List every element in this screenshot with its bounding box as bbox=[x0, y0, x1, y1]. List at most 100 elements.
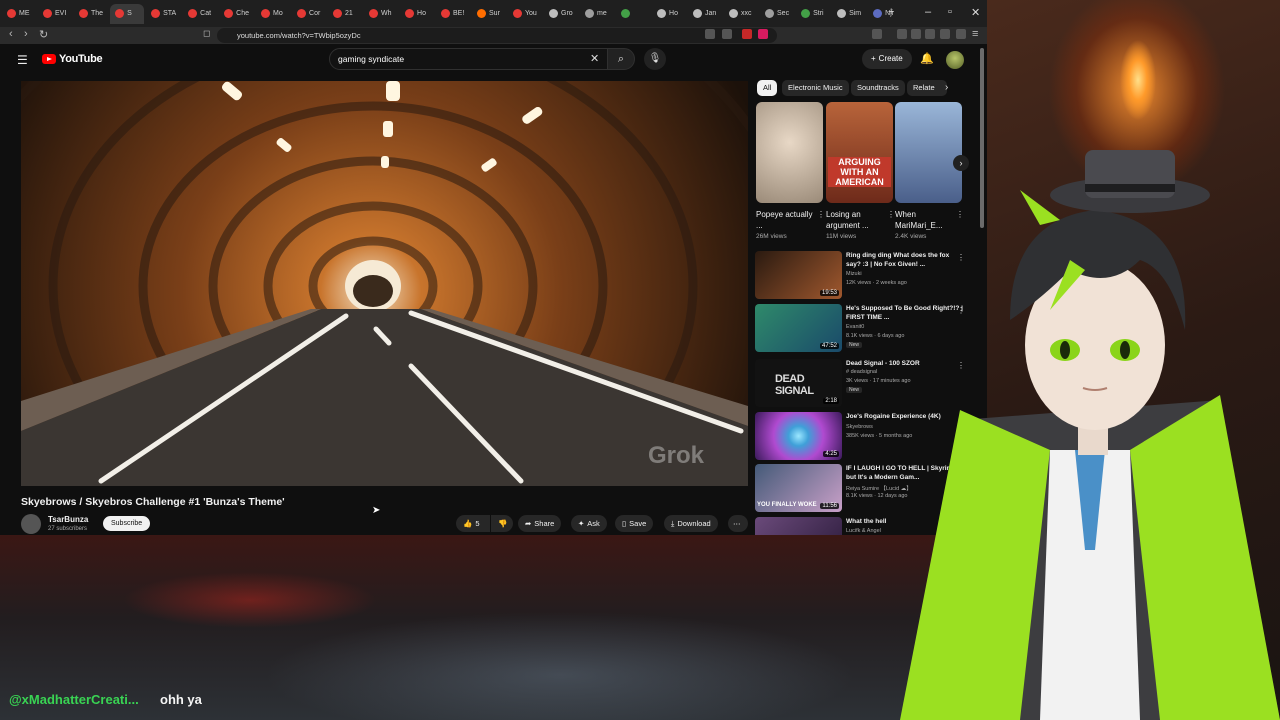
ask-button[interactable]: ✦ Ask bbox=[571, 515, 607, 532]
browser-tab[interactable]: ME bbox=[2, 4, 36, 24]
browser-tab[interactable]: Sim bbox=[832, 4, 866, 24]
tab-label: Ho bbox=[669, 10, 678, 17]
browser-tab[interactable]: Jan bbox=[688, 4, 722, 24]
subscribe-button[interactable]: Subscribe bbox=[103, 516, 151, 531]
channel-name[interactable]: TsarBunza bbox=[48, 515, 88, 524]
notifications-bell-icon[interactable]: 🔔 bbox=[920, 52, 934, 65]
browser-tab[interactable]: Cat bbox=[183, 4, 217, 24]
video-channel[interactable]: Lucifk & Angel bbox=[846, 528, 881, 534]
short-card[interactable]: ARGUING WITH AN AMERICAN Losing an argum… bbox=[826, 102, 895, 240]
video-thumbnail[interactable]: 47:52 bbox=[755, 304, 842, 352]
forward-icon[interactable]: › bbox=[24, 28, 28, 40]
video-thumbnail[interactable]: DEAD SIGNAL 2:18 bbox=[755, 359, 842, 407]
save-button[interactable]: ▯ Save bbox=[615, 515, 654, 532]
browser-tab[interactable]: Ho bbox=[652, 4, 686, 24]
browser-tab[interactable]: Sur bbox=[472, 4, 506, 24]
video-channel[interactable]: Skyebrows bbox=[846, 424, 873, 430]
extension-icon[interactable] bbox=[925, 29, 935, 39]
extension-icon[interactable] bbox=[940, 29, 950, 39]
video-thumbnail[interactable] bbox=[755, 517, 842, 535]
short-thumbnail[interactable]: ARGUING WITH AN AMERICAN bbox=[826, 102, 893, 203]
search-input[interactable]: gaming syndicate bbox=[329, 48, 609, 70]
browser-tab[interactable]: 21 bbox=[328, 4, 362, 24]
browser-tab[interactable]: Nji bbox=[868, 4, 902, 24]
tab-favicon-icon bbox=[837, 9, 847, 18]
chips-next-arrow-icon[interactable]: › bbox=[945, 82, 948, 93]
browser-window: ME EVI The S STA Cat Che Mo Cor 21 Wh Ho BE! Sur You Gr… bbox=[0, 0, 987, 535]
browser-tab[interactable]: S bbox=[110, 3, 145, 24]
browser-tab[interactable] bbox=[616, 4, 650, 24]
create-label: Create bbox=[878, 54, 903, 63]
hamburger-menu-icon[interactable]: ☰ bbox=[17, 53, 28, 67]
video-thumbnail[interactable]: YOU FINALLY WOKE 11:56 bbox=[755, 464, 842, 512]
share-page-icon[interactable] bbox=[722, 29, 732, 39]
new-tab-icon[interactable]: + bbox=[888, 6, 894, 18]
youtube-logo-text: YouTube bbox=[59, 53, 103, 65]
video-channel[interactable]: Evanit0 bbox=[846, 324, 864, 330]
browser-tab[interactable]: xxc bbox=[724, 4, 758, 24]
like-button[interactable]: 👍 5 bbox=[456, 515, 490, 532]
video-player[interactable] bbox=[21, 81, 748, 486]
tab-label: S bbox=[127, 10, 132, 17]
tab-favicon-icon bbox=[43, 9, 52, 18]
short-card[interactable]: Popeye actually ... 26M views ⋮ bbox=[756, 102, 825, 240]
search-button[interactable]: ⌕ bbox=[607, 48, 635, 70]
browser-tab[interactable]: me bbox=[580, 4, 614, 24]
url-field[interactable]: youtube.com/watch?v=TWbip5ozyDc bbox=[217, 28, 777, 43]
short-title[interactable]: Losing an argument ... bbox=[826, 209, 884, 231]
voice-search-button[interactable]: 🎙 bbox=[644, 48, 666, 70]
minimize-icon[interactable]: – bbox=[925, 6, 931, 18]
browser-tab[interactable]: Gro bbox=[544, 4, 578, 24]
browser-tab[interactable]: Cor bbox=[292, 4, 326, 24]
chip-electronic-music[interactable]: Electronic Music bbox=[782, 80, 849, 96]
back-icon[interactable]: ‹ bbox=[9, 28, 13, 40]
menu-icon[interactable]: ≡ bbox=[972, 28, 978, 40]
reload-icon[interactable]: ↻ bbox=[39, 28, 48, 41]
browser-tab[interactable]: Wh bbox=[364, 4, 398, 24]
clear-search-icon[interactable]: ✕ bbox=[590, 52, 599, 65]
browser-tab[interactable]: The bbox=[74, 4, 108, 24]
share-icon: ➦ bbox=[525, 519, 532, 528]
extension-icon[interactable] bbox=[742, 29, 752, 39]
share-button[interactable]: ➦ Share bbox=[518, 515, 562, 532]
account-avatar[interactable] bbox=[946, 51, 964, 69]
close-window-icon[interactable]: ✕ bbox=[971, 6, 980, 19]
create-button[interactable]: + Create bbox=[862, 49, 912, 69]
extension-icon[interactable] bbox=[758, 29, 768, 39]
more-vertical-icon[interactable]: ⋮ bbox=[887, 210, 895, 219]
browser-tab[interactable]: Stri bbox=[796, 4, 830, 24]
short-title[interactable]: Popeye actually ... bbox=[756, 209, 814, 231]
browser-tab[interactable]: Che bbox=[219, 4, 254, 24]
browser-tab[interactable]: BE! bbox=[436, 4, 470, 24]
cast-icon[interactable] bbox=[705, 29, 715, 39]
more-actions-button[interactable]: ⋯ bbox=[728, 515, 748, 532]
video-channel[interactable]: Mizuki bbox=[846, 271, 862, 277]
channel-avatar[interactable] bbox=[21, 514, 41, 534]
bookmark-icon[interactable]: ◻ bbox=[203, 28, 210, 39]
video-thumbnail[interactable]: 4:25 bbox=[755, 412, 842, 460]
video-thumbnail[interactable]: 19:53 bbox=[755, 251, 842, 299]
maximize-icon[interactable]: ▫ bbox=[948, 6, 952, 18]
chip-all[interactable]: All bbox=[757, 80, 778, 96]
chip-related[interactable]: Relate bbox=[907, 80, 947, 96]
more-vertical-icon[interactable]: ⋮ bbox=[817, 210, 825, 219]
video-channel[interactable]: # deadsignal bbox=[846, 369, 877, 375]
browser-tab[interactable]: STA bbox=[146, 4, 181, 24]
short-thumbnail[interactable] bbox=[756, 102, 823, 203]
browser-tab[interactable]: Sec bbox=[760, 4, 794, 24]
youtube-logo[interactable]: YouTube bbox=[42, 53, 103, 65]
video-meta: 12K views · 2 weeks ago bbox=[846, 280, 907, 286]
profile-icon[interactable] bbox=[956, 29, 966, 39]
chip-soundtracks[interactable]: Soundtracks bbox=[851, 80, 905, 96]
browser-tab[interactable]: Ho bbox=[400, 4, 434, 24]
browser-tab[interactable]: Mo bbox=[256, 4, 290, 24]
video-meta: 8.1K views · 12 days ago bbox=[846, 493, 908, 499]
download-button[interactable]: ⤓ Download bbox=[664, 515, 718, 532]
extension-icon[interactable] bbox=[872, 29, 882, 39]
mouse-cursor-icon: ➤ bbox=[372, 505, 381, 516]
extension-icon[interactable] bbox=[897, 29, 907, 39]
browser-tab[interactable]: You bbox=[508, 4, 542, 24]
extension-icon[interactable] bbox=[911, 29, 921, 39]
dislike-button[interactable]: 👎 bbox=[491, 515, 513, 532]
browser-tab[interactable]: EVI bbox=[38, 4, 72, 24]
